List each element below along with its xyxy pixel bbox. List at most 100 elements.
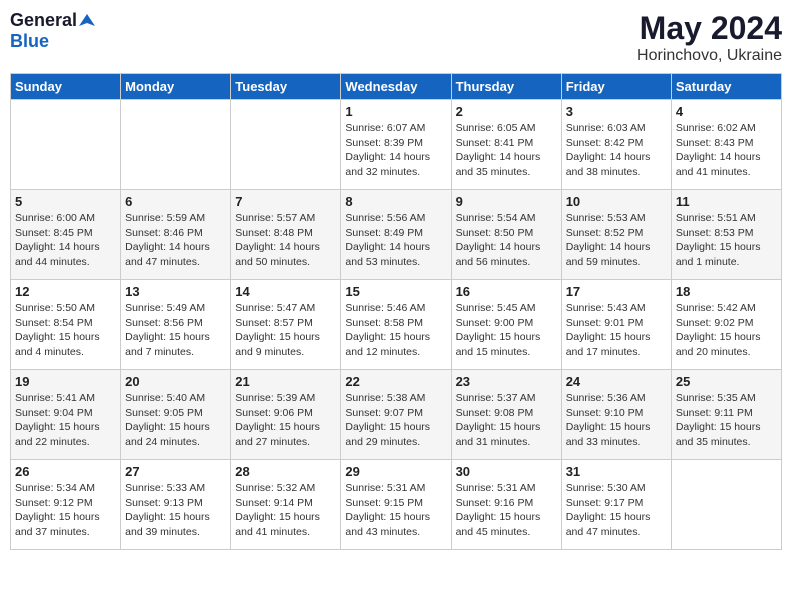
day-number: 31 <box>566 464 667 479</box>
day-info: Sunrise: 6:02 AM Sunset: 8:43 PM Dayligh… <box>676 121 777 180</box>
weekday-header-tuesday: Tuesday <box>231 74 341 100</box>
day-number: 12 <box>15 284 116 299</box>
calendar-cell: 19 Sunrise: 5:41 AM Sunset: 9:04 PM Dayli… <box>11 370 121 460</box>
day-number: 22 <box>345 374 446 389</box>
calendar-cell: 10Sunrise: 5:53 AM Sunset: 8:52 PM Dayli… <box>561 190 671 280</box>
day-info: Sunrise: 5:30 AM Sunset: 9:17 PM Dayligh… <box>566 481 667 540</box>
calendar-cell: 22 Sunrise: 5:38 AM Sunset: 9:07 PM Dayli… <box>341 370 451 460</box>
day-info: Sunrise: 6:03 AM Sunset: 8:42 PM Dayligh… <box>566 121 667 180</box>
day-info: Sunrise: 5:47 AM Sunset: 8:57 PM Dayligh… <box>235 301 336 360</box>
calendar-cell: 11 Sunrise: 5:51 AM Sunset: 8:53 PM Dayli… <box>671 190 781 280</box>
calendar-cell: 20 Sunrise: 5:40 AM Sunset: 9:05 PM Dayli… <box>121 370 231 460</box>
day-number: 23 <box>456 374 557 389</box>
calendar-cell: 8Sunrise: 5:56 AM Sunset: 8:49 PM Daylig… <box>341 190 451 280</box>
calendar-cell: 27 Sunrise: 5:33 AM Sunset: 9:13 PM Dayli… <box>121 460 231 550</box>
calendar-cell: 23 Sunrise: 5:37 AM Sunset: 9:08 PM Dayli… <box>451 370 561 460</box>
calendar-cell: 30 Sunrise: 5:31 AM Sunset: 9:16 PM Dayli… <box>451 460 561 550</box>
day-info: Sunrise: 5:38 AM Sunset: 9:07 PM Dayligh… <box>345 391 446 450</box>
calendar-cell: 4Sunrise: 6:02 AM Sunset: 8:43 PM Daylig… <box>671 100 781 190</box>
calendar-cell: 31 Sunrise: 5:30 AM Sunset: 9:17 PM Dayli… <box>561 460 671 550</box>
calendar-table: SundayMondayTuesdayWednesdayThursdayFrid… <box>10 73 782 550</box>
day-number: 26 <box>15 464 116 479</box>
day-number: 14 <box>235 284 336 299</box>
calendar-cell <box>121 100 231 190</box>
logo-bird-icon <box>79 12 95 28</box>
calendar-cell: 6 Sunrise: 5:59 AM Sunset: 8:46 PM Daylig… <box>121 190 231 280</box>
day-info: Sunrise: 5:37 AM Sunset: 9:08 PM Dayligh… <box>456 391 557 450</box>
location-subtitle: Horinchovo, Ukraine <box>637 47 782 65</box>
day-number: 13 <box>125 284 226 299</box>
day-info: Sunrise: 5:39 AM Sunset: 9:06 PM Dayligh… <box>235 391 336 450</box>
day-number: 16 <box>456 284 557 299</box>
day-number: 8 <box>345 194 446 209</box>
calendar-week-row: 19 Sunrise: 5:41 AM Sunset: 9:04 PM Dayli… <box>11 370 782 460</box>
day-info: Sunrise: 5:34 AM Sunset: 9:12 PM Dayligh… <box>15 481 116 540</box>
day-number: 1 <box>345 104 446 119</box>
calendar-cell: 29Sunrise: 5:31 AM Sunset: 9:15 PM Dayli… <box>341 460 451 550</box>
page-header: General Blue May 2024 Horinchovo, Ukrain… <box>10 10 782 65</box>
calendar-cell: 16 Sunrise: 5:45 AM Sunset: 9:00 PM Dayli… <box>451 280 561 370</box>
day-info: Sunrise: 5:41 AM Sunset: 9:04 PM Dayligh… <box>15 391 116 450</box>
calendar-week-row: 1 Sunrise: 6:07 AM Sunset: 8:39 PM Daylig… <box>11 100 782 190</box>
calendar-cell: 12 Sunrise: 5:50 AM Sunset: 8:54 PM Dayli… <box>11 280 121 370</box>
calendar-cell: 3 Sunrise: 6:03 AM Sunset: 8:42 PM Daylig… <box>561 100 671 190</box>
calendar-cell: 15Sunrise: 5:46 AM Sunset: 8:58 PM Dayli… <box>341 280 451 370</box>
day-number: 9 <box>456 194 557 209</box>
day-number: 3 <box>566 104 667 119</box>
day-number: 20 <box>125 374 226 389</box>
calendar-cell: 17 Sunrise: 5:43 AM Sunset: 9:01 PM Dayli… <box>561 280 671 370</box>
calendar-cell: 25Sunrise: 5:35 AM Sunset: 9:11 PM Dayli… <box>671 370 781 460</box>
day-info: Sunrise: 5:49 AM Sunset: 8:56 PM Dayligh… <box>125 301 226 360</box>
day-number: 21 <box>235 374 336 389</box>
calendar-cell: 2Sunrise: 6:05 AM Sunset: 8:41 PM Daylig… <box>451 100 561 190</box>
logo: General Blue <box>10 10 95 52</box>
day-number: 30 <box>456 464 557 479</box>
calendar-cell <box>231 100 341 190</box>
day-number: 7 <box>235 194 336 209</box>
calendar-cell <box>11 100 121 190</box>
calendar-week-row: 5 Sunrise: 6:00 AM Sunset: 8:45 PM Daylig… <box>11 190 782 280</box>
day-info: Sunrise: 5:59 AM Sunset: 8:46 PM Dayligh… <box>125 211 226 270</box>
day-info: Sunrise: 6:05 AM Sunset: 8:41 PM Dayligh… <box>456 121 557 180</box>
calendar-cell: 24 Sunrise: 5:36 AM Sunset: 9:10 PM Dayli… <box>561 370 671 460</box>
weekday-header-saturday: Saturday <box>671 74 781 100</box>
day-number: 5 <box>15 194 116 209</box>
logo-blue-text: Blue <box>10 31 49 51</box>
day-info: Sunrise: 5:33 AM Sunset: 9:13 PM Dayligh… <box>125 481 226 540</box>
day-info: Sunrise: 5:43 AM Sunset: 9:01 PM Dayligh… <box>566 301 667 360</box>
calendar-cell: 18Sunrise: 5:42 AM Sunset: 9:02 PM Dayli… <box>671 280 781 370</box>
day-number: 19 <box>15 374 116 389</box>
day-info: Sunrise: 5:32 AM Sunset: 9:14 PM Dayligh… <box>235 481 336 540</box>
weekday-header-wednesday: Wednesday <box>341 74 451 100</box>
day-info: Sunrise: 5:51 AM Sunset: 8:53 PM Dayligh… <box>676 211 777 270</box>
weekday-header-monday: Monday <box>121 74 231 100</box>
day-info: Sunrise: 5:57 AM Sunset: 8:48 PM Dayligh… <box>235 211 336 270</box>
day-number: 17 <box>566 284 667 299</box>
calendar-cell: 28Sunrise: 5:32 AM Sunset: 9:14 PM Dayli… <box>231 460 341 550</box>
day-info: Sunrise: 5:31 AM Sunset: 9:16 PM Dayligh… <box>456 481 557 540</box>
day-number: 6 <box>125 194 226 209</box>
calendar-week-row: 12 Sunrise: 5:50 AM Sunset: 8:54 PM Dayli… <box>11 280 782 370</box>
day-info: Sunrise: 6:00 AM Sunset: 8:45 PM Dayligh… <box>15 211 116 270</box>
calendar-cell: 21 Sunrise: 5:39 AM Sunset: 9:06 PM Dayli… <box>231 370 341 460</box>
weekday-header-row: SundayMondayTuesdayWednesdayThursdayFrid… <box>11 74 782 100</box>
day-number: 27 <box>125 464 226 479</box>
day-info: Sunrise: 5:45 AM Sunset: 9:00 PM Dayligh… <box>456 301 557 360</box>
calendar-cell: 5 Sunrise: 6:00 AM Sunset: 8:45 PM Daylig… <box>11 190 121 280</box>
day-number: 18 <box>676 284 777 299</box>
day-info: Sunrise: 5:36 AM Sunset: 9:10 PM Dayligh… <box>566 391 667 450</box>
calendar-cell: 9 Sunrise: 5:54 AM Sunset: 8:50 PM Daylig… <box>451 190 561 280</box>
day-number: 11 <box>676 194 777 209</box>
calendar-cell: 7 Sunrise: 5:57 AM Sunset: 8:48 PM Daylig… <box>231 190 341 280</box>
day-info: Sunrise: 5:50 AM Sunset: 8:54 PM Dayligh… <box>15 301 116 360</box>
day-info: Sunrise: 5:54 AM Sunset: 8:50 PM Dayligh… <box>456 211 557 270</box>
day-number: 29 <box>345 464 446 479</box>
calendar-cell: 1 Sunrise: 6:07 AM Sunset: 8:39 PM Daylig… <box>341 100 451 190</box>
day-info: Sunrise: 5:35 AM Sunset: 9:11 PM Dayligh… <box>676 391 777 450</box>
month-year-title: May 2024 <box>637 10 782 47</box>
day-number: 24 <box>566 374 667 389</box>
day-info: Sunrise: 5:40 AM Sunset: 9:05 PM Dayligh… <box>125 391 226 450</box>
calendar-cell: 26 Sunrise: 5:34 AM Sunset: 9:12 PM Dayli… <box>11 460 121 550</box>
calendar-cell: 13 Sunrise: 5:49 AM Sunset: 8:56 PM Dayli… <box>121 280 231 370</box>
day-info: Sunrise: 6:07 AM Sunset: 8:39 PM Dayligh… <box>345 121 446 180</box>
